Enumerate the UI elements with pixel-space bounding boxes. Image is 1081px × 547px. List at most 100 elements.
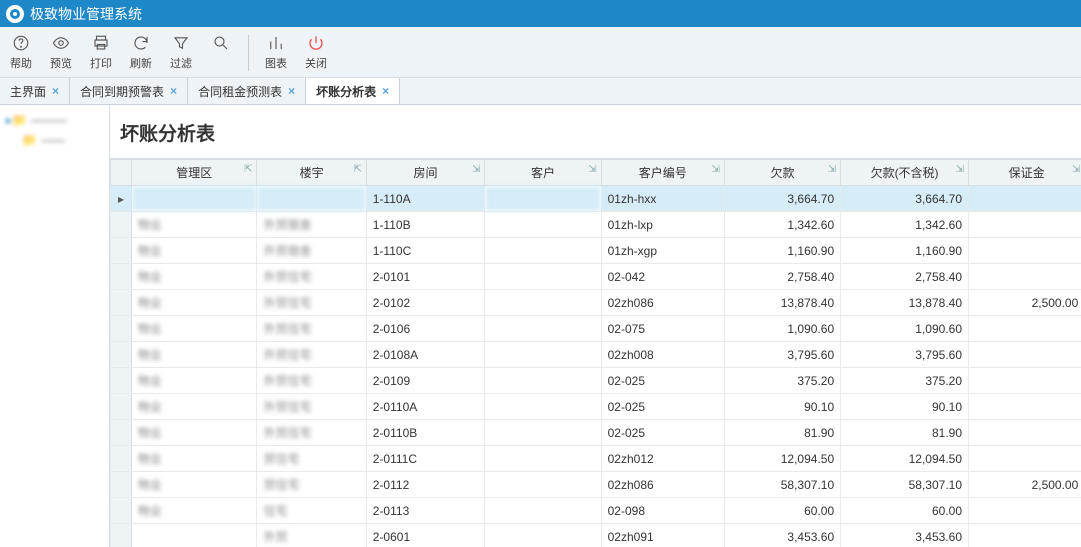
help-button[interactable]: 帮助 xyxy=(8,33,34,73)
close-button[interactable]: 关闭 xyxy=(303,33,329,73)
cell-due: 13,878.40 xyxy=(724,290,840,316)
cell-bldg: 外贸住宅 xyxy=(257,420,366,446)
pin-icon[interactable]: ⇱ xyxy=(244,164,252,175)
cell-room: 1-110C xyxy=(366,238,485,264)
folder-icon: 📁 xyxy=(22,133,37,147)
close-icon[interactable]: × xyxy=(288,84,295,98)
cell-due: 81.90 xyxy=(724,420,840,446)
table-row[interactable]: 物业外贸住宅2-010902-025375.20375.20375.20 xyxy=(111,368,1081,394)
cell-room: 1-110B xyxy=(366,212,485,238)
search-button[interactable] xyxy=(208,33,234,73)
cell-customer xyxy=(485,472,601,498)
print-button[interactable]: 打印 xyxy=(88,33,114,73)
cell-deposit xyxy=(969,264,1081,290)
cell-room: 2-0101 xyxy=(366,264,485,290)
cell-due-net: 1,160.90 xyxy=(841,238,969,264)
filter-button[interactable]: 过滤 xyxy=(168,33,194,73)
cell-due: 1,160.90 xyxy=(724,238,840,264)
pin-icon[interactable]: ⇲ xyxy=(956,164,964,175)
printer-icon xyxy=(91,33,111,53)
row-indicator xyxy=(111,472,132,498)
cell-cust-no: 01zh-lxp xyxy=(601,212,724,238)
tab-main[interactable]: 主界面 × xyxy=(0,78,70,104)
cell-deposit xyxy=(969,368,1081,394)
cell-bldg: 外贸住宅 xyxy=(257,342,366,368)
table-row[interactable]: 物业贸住宅2-0111C02zh01212,094.5012,094.5012,… xyxy=(111,446,1081,472)
cell-area: 物业 xyxy=(131,498,257,524)
pin-icon[interactable]: ⇲ xyxy=(472,164,480,175)
cell-area: 物业 xyxy=(131,290,257,316)
col-room[interactable]: 房间⇲ xyxy=(366,160,485,186)
col-due-net[interactable]: 欠款(不含税)⇲ xyxy=(841,160,969,186)
table-row[interactable]: 物业外贸宿舍1-110B01zh-lxp1,342.601,342.601,34… xyxy=(111,212,1081,238)
cell-customer xyxy=(485,524,601,547)
pin-icon[interactable]: ⇲ xyxy=(828,164,836,175)
pin-icon[interactable]: ⇲ xyxy=(588,164,596,175)
cell-deposit: 2,500.00 xyxy=(969,290,1081,316)
cell-deposit xyxy=(969,238,1081,264)
cell-due: 3,795.60 xyxy=(724,342,840,368)
row-indicator xyxy=(111,342,132,368)
tab-bad-debt[interactable]: 坏账分析表 × xyxy=(306,78,400,104)
cell-area: 物业 xyxy=(131,368,257,394)
cell-due-net: 60.00 xyxy=(841,498,969,524)
cell-bldg: 贸住宅 xyxy=(257,472,366,498)
page-title: 坏账分析表 xyxy=(110,105,1081,158)
cell-customer xyxy=(485,446,601,472)
cell-cust-no: 01zh-hxx xyxy=(601,186,724,212)
close-icon[interactable]: × xyxy=(170,84,177,98)
row-indicator-header xyxy=(111,160,132,186)
col-cust-no[interactable]: 客户编号⇲ xyxy=(601,160,724,186)
cell-due-net: 1,090.60 xyxy=(841,316,969,342)
cell-due-net: 2,758.40 xyxy=(841,264,969,290)
refresh-button[interactable]: 刷新 xyxy=(128,33,154,73)
refresh-label: 刷新 xyxy=(130,55,152,71)
cell-room: 2-0111C xyxy=(366,446,485,472)
cell-cust-no: 01zh-xgp xyxy=(601,238,724,264)
table-row[interactable]: 外贸2-060102zh0913,453.603,453.603,453.60 xyxy=(111,524,1081,547)
col-area[interactable]: 管理区⇱ xyxy=(131,160,257,186)
pin-icon[interactable]: ⇱ xyxy=(353,164,361,175)
sidebar-tree[interactable]: ▸📁——— 📁—— xyxy=(0,105,110,547)
tree-item[interactable]: ▸📁——— xyxy=(4,111,105,129)
cell-due-net: 90.10 xyxy=(841,394,969,420)
cell-cust-no: 02-098 xyxy=(601,498,724,524)
table-row[interactable]: 物业外贸住宅2-010202zh08613,878.4013,878.402,5… xyxy=(111,290,1081,316)
pin-icon[interactable]: ⇲ xyxy=(1072,164,1080,175)
cell-room: 2-0108A xyxy=(366,342,485,368)
cell-deposit xyxy=(969,446,1081,472)
cell-deposit xyxy=(969,316,1081,342)
table-row[interactable]: 物业外贸住宅2-010602-0751,090.601,090.601,090.… xyxy=(111,316,1081,342)
cell-room: 2-0110A xyxy=(366,394,485,420)
cell-deposit xyxy=(969,186,1081,212)
col-due[interactable]: 欠款⇲ xyxy=(724,160,840,186)
cell-customer xyxy=(485,394,601,420)
toolbar-separator xyxy=(248,35,249,71)
close-icon[interactable]: × xyxy=(52,84,59,98)
tab-contract-expiry[interactable]: 合同到期预警表 × xyxy=(70,78,188,104)
cell-due-net: 13,878.40 xyxy=(841,290,969,316)
col-bldg[interactable]: 楼宇⇱ xyxy=(257,160,366,186)
close-icon[interactable]: × xyxy=(382,84,389,98)
pin-icon[interactable]: ⇲ xyxy=(711,164,719,175)
col-customer[interactable]: 客户⇲ xyxy=(485,160,601,186)
table-row[interactable]: 物业外贸住宅2-0110B02-02581.9081.9081.90 xyxy=(111,420,1081,446)
data-grid[interactable]: 管理区⇱ 楼宇⇱ 房间⇲ 客户⇲ 客户编号⇲ 欠款⇲ 欠款(不含税)⇲ 保证金⇲… xyxy=(110,158,1081,547)
preview-button[interactable]: 预览 xyxy=(48,33,74,73)
col-deposit[interactable]: 保证金⇲ xyxy=(969,160,1081,186)
tab-rent-forecast[interactable]: 合同租金预测表 × xyxy=(188,78,306,104)
table-row[interactable]: 物业贸住宅2-011202zh08658,307.1058,307.102,50… xyxy=(111,472,1081,498)
table-row[interactable]: 物业住宅2-011302-09860.0060.0060.00 xyxy=(111,498,1081,524)
cell-due-net: 58,307.10 xyxy=(841,472,969,498)
cell-deposit xyxy=(969,420,1081,446)
cell-deposit xyxy=(969,212,1081,238)
table-row[interactable]: ▸1-110A01zh-hxx3,664.703,664.703,664.70 xyxy=(111,186,1081,212)
cell-bldg: 外贸住宅 xyxy=(257,368,366,394)
tree-item[interactable]: 📁—— xyxy=(4,131,105,149)
table-row[interactable]: 物业外贸住宅2-0108A02zh0083,795.603,795.603,79… xyxy=(111,342,1081,368)
table-row[interactable]: 物业外贸住宅2-0110A02-02590.1090.1090.10 xyxy=(111,394,1081,420)
chart-label: 图表 xyxy=(265,55,287,71)
table-row[interactable]: 物业外贸宿舍1-110C01zh-xgp1,160.901,160.901,16… xyxy=(111,238,1081,264)
chart-button[interactable]: 图表 xyxy=(263,33,289,73)
table-row[interactable]: 物业外贸住宅2-010102-0422,758.402,758.402,758.… xyxy=(111,264,1081,290)
